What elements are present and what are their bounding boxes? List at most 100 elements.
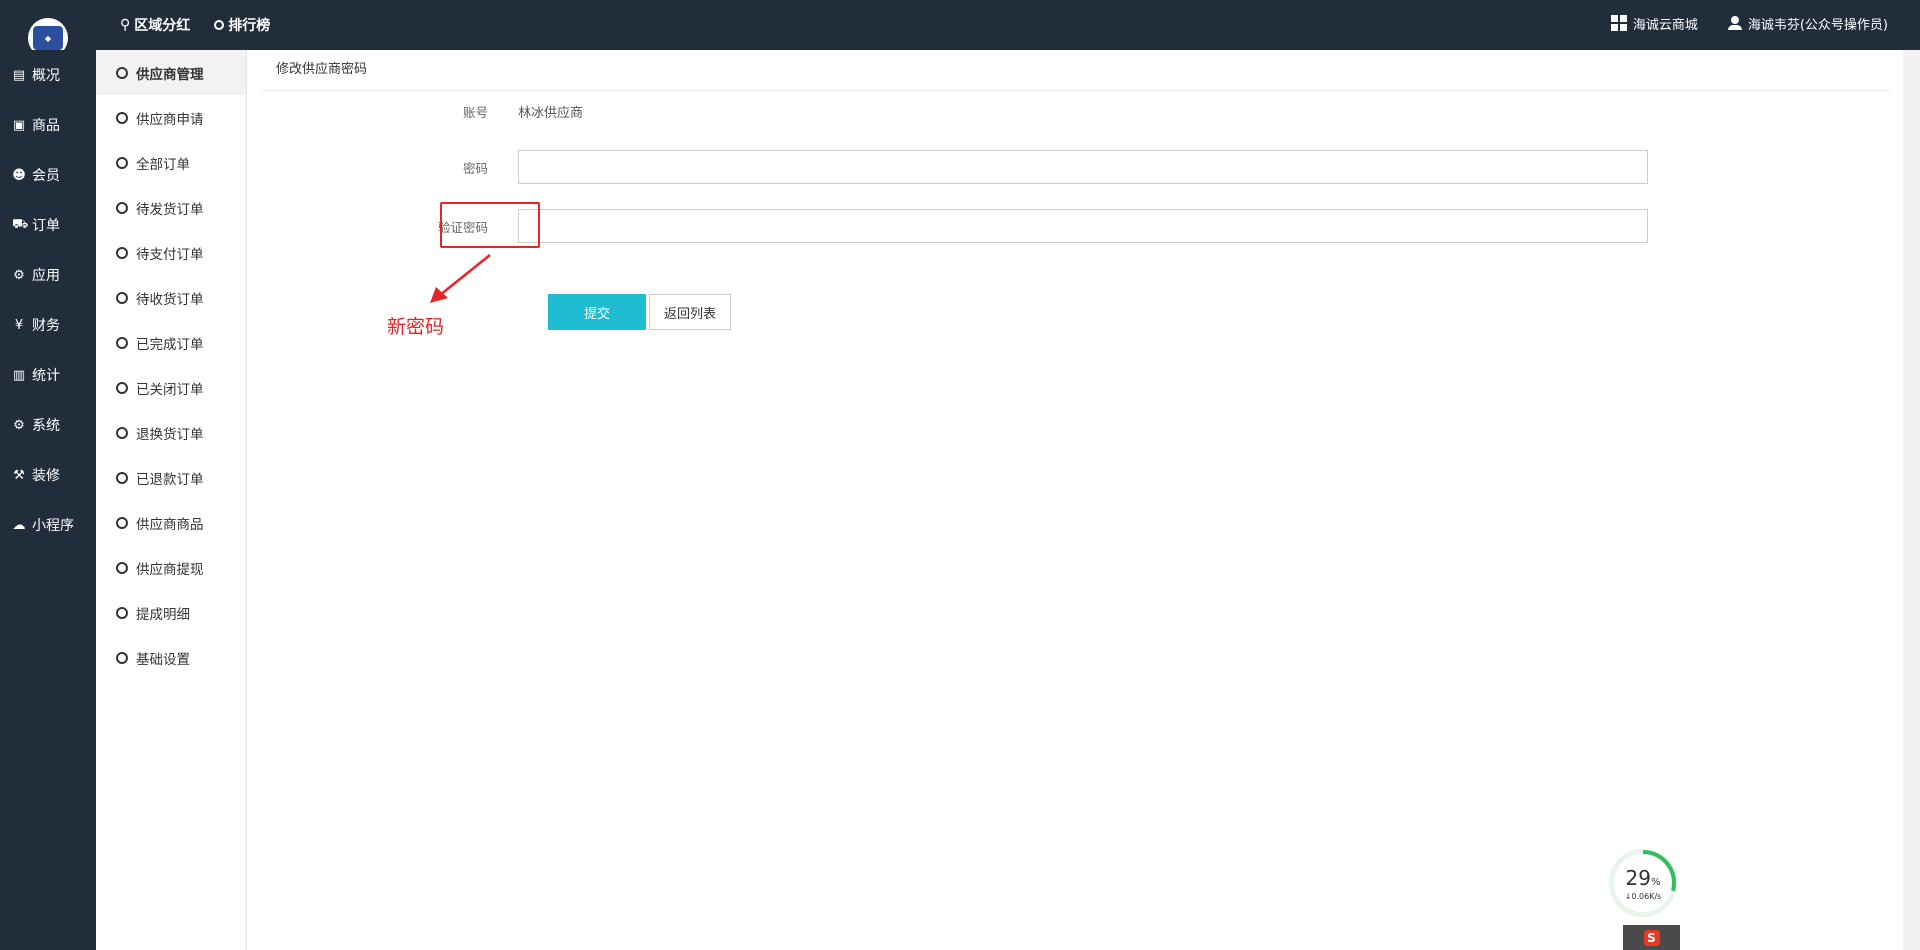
sidebar-item-label: 装修 [32, 468, 60, 484]
submenu-item-label: 待支付订单 [136, 246, 204, 263]
sidebar-item-finance[interactable]: ¥ 财务 [0, 300, 96, 350]
submenu-item-label: 待收货订单 [136, 291, 204, 308]
net-speed-widget[interactable]: 29% ↓0.06K/s [1610, 850, 1676, 916]
sidebar: ▤ 概况 ▣ 商品 ☻ 会员 ⛟ 订单 ⚙ 应用 ¥ 财务 ▥ 统计 ⚙ 系统 ⚒ 装修 ☁ 小程序 [0, 50, 96, 950]
circle-icon [116, 651, 128, 664]
password-input[interactable] [518, 150, 1648, 184]
submenu-item-label: 待发货订单 [136, 201, 204, 218]
circle-icon [214, 20, 225, 30]
circle-icon [116, 66, 128, 79]
submit-button[interactable]: 提交 [548, 294, 646, 330]
ime-toolbar[interactable]: S [1623, 925, 1680, 950]
submenu-item-label: 供应商申请 [136, 111, 204, 128]
back-to-list-button[interactable]: 返回列表 [649, 294, 731, 330]
submenu-item-label: 提成明细 [136, 606, 190, 623]
circle-icon [116, 111, 128, 124]
submenu-item-label: 已关闭订单 [136, 381, 204, 398]
submenu-item-to-pay[interactable]: 待支付订单 [96, 230, 246, 275]
sogou-ime-icon: S [1643, 929, 1660, 946]
submenu-item-basic-settings[interactable]: 基础设置 [96, 635, 246, 680]
bar-chart-icon: ▥ [12, 367, 26, 383]
account-label: 账号 [462, 105, 488, 120]
sidebar-item-apps[interactable]: ⚙ 应用 [0, 250, 96, 300]
submenu: 供应商管理 供应商申请 全部订单 待发货订单 待支付订单 待收货订单 已完成订单… [96, 50, 247, 950]
box-icon: ▣ [12, 117, 26, 133]
sidebar-item-label: 系统 [32, 418, 60, 434]
top-nav-item-region-dividend[interactable]: ⚲ 区域分红 [120, 15, 190, 35]
circle-icon [116, 561, 128, 574]
top-nav-label: 排行榜 [228, 18, 271, 34]
sidebar-item-label: 商品 [32, 118, 60, 134]
sidebar-item-stats[interactable]: ▥ 统计 [0, 350, 96, 400]
circle-icon [116, 246, 128, 259]
submenu-item-completed[interactable]: 已完成订单 [96, 320, 246, 365]
sidebar-item-goods[interactable]: ▣ 商品 [0, 100, 96, 150]
submenu-item-label: 全部订单 [136, 156, 190, 173]
submenu-item-returns[interactable]: 退换货订单 [96, 410, 246, 455]
circle-icon [116, 426, 128, 439]
circle-icon [116, 291, 128, 304]
submenu-item-all-orders[interactable]: 全部订单 [96, 140, 246, 185]
cart-icon: ⛟ [12, 216, 29, 232]
sidebar-item-decoration[interactable]: ⚒ 装修 [0, 450, 96, 500]
circle-icon [116, 381, 128, 394]
sidebar-item-label: 财务 [32, 318, 60, 334]
confirm-password-input[interactable] [518, 209, 1648, 243]
circle-icon [116, 201, 128, 214]
sidebar-item-label: 概况 [32, 68, 60, 84]
circle-icon [116, 516, 128, 529]
highlight-box [440, 202, 540, 248]
main-content: 修改供应商密码 账号 林冰供应商 密码 验证密码 新密码 提交 返回列表 [262, 50, 1890, 950]
sidebar-item-overview[interactable]: ▤ 概况 [0, 50, 96, 100]
sidebar-item-members[interactable]: ☻ 会员 [0, 150, 96, 200]
top-nav: ⚲ 区域分红 排行榜 [120, 0, 270, 50]
scrollbar[interactable] [1903, 50, 1920, 950]
user-icon [1727, 16, 1742, 30]
sidebar-item-label: 应用 [32, 268, 60, 284]
submenu-item-supplier-goods[interactable]: 供应商商品 [96, 500, 246, 545]
submenu-item-label: 已退款订单 [136, 471, 204, 488]
sidebar-item-miniprogram[interactable]: ☁ 小程序 [0, 500, 96, 550]
sidebar-item-orders[interactable]: ⛟ 订单 [0, 200, 96, 250]
submenu-item-label: 基础设置 [136, 651, 190, 668]
store-label: 海诚云商城 [1632, 17, 1698, 33]
submenu-item-refunded[interactable]: 已退款订单 [96, 455, 246, 500]
top-nav-item-ranking[interactable]: 排行榜 [214, 15, 270, 35]
submenu-item-supplier-manage[interactable]: 供应商管理 [96, 50, 246, 95]
sidebar-item-label: 小程序 [32, 518, 74, 534]
top-bar: ◆ ⚲ 区域分红 排行榜 海诚云商城 海诚韦芬(公众号操作员) [0, 0, 1920, 58]
user-label: 海诚韦芬(公众号操作员) [1747, 17, 1888, 33]
pin-icon: ⚲ [120, 17, 131, 33]
gears-icon: ⚙ [13, 417, 25, 433]
grid-icon [1610, 15, 1627, 31]
top-right: 海诚云商城 海诚韦芬(公众号操作员) [1610, 0, 1888, 46]
overview-icon: ▤ [12, 67, 26, 83]
submenu-item-closed[interactable]: 已关闭订单 [96, 365, 246, 410]
submenu-item-to-ship[interactable]: 待发货订单 [96, 185, 246, 230]
submenu-item-to-receive[interactable]: 待收货订单 [96, 275, 246, 320]
sidebar-item-system[interactable]: ⚙ 系统 [0, 400, 96, 450]
password-label: 密码 [462, 160, 488, 176]
sidebar-item-label: 订单 [32, 218, 60, 234]
circle-icon [116, 606, 128, 619]
user-menu[interactable]: 海诚韦芬(公众号操作员) [1727, 14, 1888, 33]
annotation-arrow [430, 254, 491, 303]
submenu-item-label: 供应商管理 [136, 66, 204, 83]
yen-icon: ¥ [14, 317, 24, 333]
hammer-icon: ⚒ [13, 467, 25, 483]
submenu-item-label: 已完成订单 [136, 336, 204, 353]
sidebar-item-label: 会员 [32, 168, 60, 184]
wechat-icon: ☁ [12, 517, 26, 533]
submenu-item-supplier-withdraw[interactable]: 供应商提现 [96, 545, 246, 590]
store-link[interactable]: 海诚云商城 [1610, 14, 1698, 33]
circle-icon [116, 471, 128, 484]
sidebar-item-label: 统计 [32, 368, 60, 384]
submenu-item-commission[interactable]: 提成明细 [96, 590, 246, 635]
submenu-item-label: 供应商商品 [136, 516, 204, 533]
account-row: 账号 林冰供应商 [262, 102, 583, 121]
submenu-item-supplier-apply[interactable]: 供应商申请 [96, 95, 246, 140]
logo-mark: ◆ [33, 26, 63, 50]
annotation-text: 新密码 [387, 316, 445, 338]
password-row: 密码 [262, 150, 1648, 184]
submenu-item-label: 供应商提现 [136, 561, 204, 578]
